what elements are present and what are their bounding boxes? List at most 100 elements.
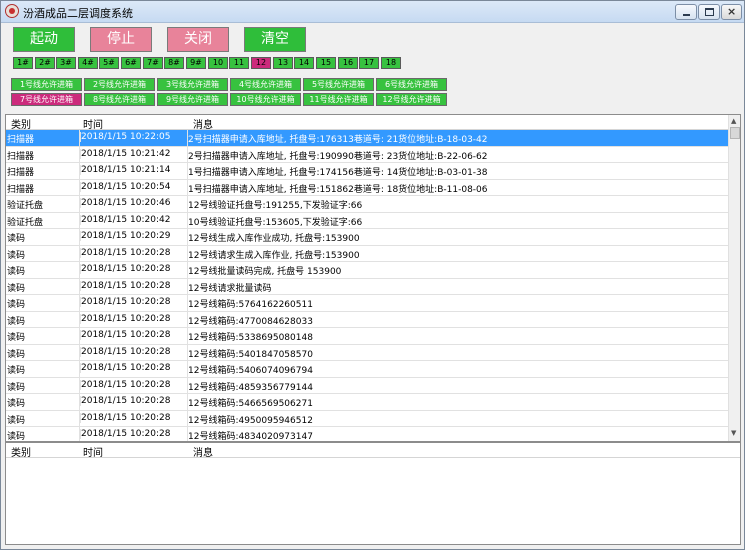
line-allow-entry-button[interactable]: 6号线允许进箱 [376, 78, 447, 91]
table-row[interactable]: 读码 2018/1/15 10:20:28 12号线箱码:4950095946512 [6, 411, 728, 427]
close-button[interactable]: 关闭 [167, 27, 229, 52]
cell-message: 12号线箱码:5401847058570 [188, 349, 313, 360]
vertical-scrollbar[interactable]: ▲ ▼ [728, 115, 740, 441]
device-number-button[interactable]: 5# [99, 57, 119, 69]
clear-button[interactable]: 清空 [244, 27, 306, 52]
cell-type: 读码 [7, 415, 26, 426]
table-row[interactable]: 扫描器 2018/1/15 10:21:14 1号扫描器申请入库地址, 托盘号:17… [6, 163, 728, 180]
device-number-button[interactable]: 9# [186, 57, 206, 69]
scroll-thumb[interactable] [730, 127, 740, 139]
device-number-button[interactable]: 8# [164, 57, 184, 69]
cell-type: 验证托盘 [7, 217, 44, 228]
line-allow-entry-button[interactable]: 5号线允许进箱 [303, 78, 374, 91]
cell-type: 读码 [7, 333, 26, 343]
table-row[interactable]: 读码 2018/1/15 10:20:28 12号线箱码:5401847058570 [6, 345, 728, 361]
table-row[interactable]: 扫描器 2018/1/15 10:20:54 1号扫描器申请入库地址, 托盘号:15… [6, 180, 728, 196]
cell-time: 2018/1/15 10:20:28 [80, 247, 171, 258]
cell-type: 读码 [7, 316, 26, 327]
device-number-button[interactable]: 15 [316, 57, 336, 69]
secondary-grid[interactable]: 类别 时间 消息 [5, 442, 741, 545]
device-number-button[interactable]: 7# [143, 57, 163, 69]
cell-time: 2018/1/15 10:20:28 [80, 297, 171, 307]
device-number-button[interactable]: 14 [294, 57, 314, 69]
cell-type: 读码 [7, 366, 26, 376]
cell-message: 10号线验证托盘号:153605,下发验证字:66 [188, 217, 363, 228]
cell-time: 2018/1/15 10:20:28 [80, 280, 171, 291]
table-row[interactable]: 读码 2018/1/15 10:20:28 12号线箱码:5466569506271 [6, 394, 728, 411]
line-allow-entry-button[interactable]: 10号线允许进箱 [230, 93, 301, 106]
device-number-button[interactable]: 16 [338, 57, 358, 69]
cell-time: 2018/1/15 10:20:28 [80, 264, 171, 274]
device-number-button[interactable]: 2# [35, 57, 55, 69]
device-number-button[interactable]: 17 [359, 57, 379, 69]
device-number-button[interactable]: 11 [229, 57, 249, 69]
close-icon: × [727, 5, 737, 18]
line-allow-entry-button[interactable]: 9号线允许进箱 [157, 93, 228, 106]
table-row[interactable]: 读码 2018/1/15 10:20:28 12号线请求生成入库作业, 托盘号:15… [6, 246, 728, 262]
start-button[interactable]: 起动 [13, 27, 75, 52]
table-row[interactable]: 验证托盘 2018/1/15 10:20:42 10号线验证托盘号:153605,下… [6, 213, 728, 229]
cell-time: 2018/1/15 10:21:42 [80, 148, 171, 159]
cell-type: 读码 [7, 300, 26, 310]
window-title: 汾酒成品二层调度系统 [23, 7, 133, 20]
line-allow-entry-button[interactable]: 1号线允许进箱 [11, 78, 82, 91]
device-number-button[interactable]: 10 [208, 57, 228, 69]
cell-message: 12号线验证托盘号:191255,下发验证字:66 [188, 201, 363, 211]
close-window-button[interactable]: × [721, 4, 742, 20]
cell-message: 12号线箱码:4950095946512 [188, 415, 313, 426]
line-allow-entry-button[interactable]: 2号线允许进箱 [84, 78, 155, 91]
app-icon [5, 4, 19, 18]
device-number-button[interactable]: 1# [13, 57, 33, 69]
cell-time: 2018/1/15 10:21:14 [80, 165, 171, 175]
cell-time: 2018/1/15 10:20:28 [80, 363, 171, 373]
cell-type: 读码 [7, 234, 26, 244]
device-number-button[interactable]: 12 [251, 57, 271, 69]
column-header-type[interactable]: 类别 [11, 116, 31, 131]
maximize-button[interactable] [698, 4, 720, 20]
table-row[interactable]: 读码 2018/1/15 10:20:28 12号线箱码:4834020973147 [6, 427, 728, 441]
table-row[interactable]: 读码 2018/1/15 10:20:28 12号线请求批量读码 [6, 279, 728, 295]
scroll-down-icon[interactable]: ▼ [731, 429, 736, 437]
table-row[interactable]: 读码 2018/1/15 10:20:28 12号线批量读码完成, 托盘号 1539… [6, 262, 728, 279]
table-row[interactable]: 扫描器 2018/1/15 10:22:05 2号扫描器申请入库地址, 托盘号:17… [6, 130, 728, 147]
column-header-type[interactable]: 类别 [11, 444, 31, 459]
device-number-button[interactable]: 3# [56, 57, 76, 69]
device-number-button[interactable]: 4# [78, 57, 98, 69]
column-header-time[interactable]: 时间 [83, 444, 103, 459]
cell-time: 2018/1/15 10:22:05 [80, 132, 171, 142]
device-number-button[interactable]: 18 [381, 57, 401, 69]
table-row[interactable]: 读码 2018/1/15 10:20:28 12号线箱码:4859356779144 [6, 378, 728, 394]
table-row[interactable]: 读码 2018/1/15 10:20:28 12号线箱码:4770084628033 [6, 312, 728, 328]
stop-button[interactable]: 停止 [90, 27, 152, 52]
table-row[interactable]: 扫描器 2018/1/15 10:21:42 2号扫描器申请入库地址, 托盘号:19… [6, 147, 728, 163]
cell-time: 2018/1/15 10:20:46 [80, 198, 171, 208]
column-header-time[interactable]: 时间 [83, 116, 103, 131]
cell-message: 12号线生成入库作业成功, 托盘号:153900 [188, 234, 360, 244]
cell-message: 2号扫描器申请入库地址, 托盘号:190990巷道号: 23货位地址:B-22-… [188, 151, 488, 162]
cell-message: 12号线箱码:5466569506271 [188, 399, 313, 409]
line-allow-entry-button[interactable]: 3号线允许进箱 [157, 78, 228, 91]
minimize-button[interactable] [675, 4, 697, 20]
line-allow-entry-button[interactable]: 4号线允许进箱 [230, 78, 301, 91]
table-row[interactable]: 读码 2018/1/15 10:20:28 12号线箱码:5764162260511 [6, 295, 728, 312]
column-header-message[interactable]: 消息 [193, 444, 213, 459]
cell-type: 读码 [7, 349, 26, 360]
table-row[interactable]: 读码 2018/1/15 10:20:28 12号线箱码:5406074096794 [6, 361, 728, 378]
line-allow-entry-button[interactable]: 11号线允许进箱 [303, 93, 374, 106]
line-allow-entry-button[interactable]: 7号线允许进箱 [11, 93, 82, 106]
column-header-message[interactable]: 消息 [193, 116, 213, 131]
device-number-button[interactable]: 13 [273, 57, 293, 69]
log-grid[interactable]: 类别 时间 消息 扫描器 2018/1/15 10:22:05 2号扫描器申请入库地… [5, 114, 741, 442]
device-number-button[interactable]: 6# [121, 57, 141, 69]
title-bar[interactable]: 汾酒成品二层调度系统 × [1, 1, 744, 23]
table-row[interactable]: 读码 2018/1/15 10:20:28 12号线箱码:5338695080148 [6, 328, 728, 345]
scroll-up-icon[interactable]: ▲ [731, 117, 736, 125]
line-allow-entry-button[interactable]: 12号线允许进箱 [376, 93, 447, 106]
table-row[interactable]: 读码 2018/1/15 10:20:29 12号线生成入库作业成功, 托盘号:15… [6, 229, 728, 246]
table-row[interactable]: 验证托盘 2018/1/15 10:20:46 12号线验证托盘号:191255,下… [6, 196, 728, 213]
cell-type: 读码 [7, 283, 26, 294]
line-allow-entry-button[interactable]: 8号线允许进箱 [84, 93, 155, 106]
cell-type: 验证托盘 [7, 201, 44, 211]
cell-message: 2号扫描器申请入库地址, 托盘号:176313巷道号: 21货位地址:B-18-… [188, 135, 488, 145]
cell-time: 2018/1/15 10:20:28 [80, 346, 171, 357]
